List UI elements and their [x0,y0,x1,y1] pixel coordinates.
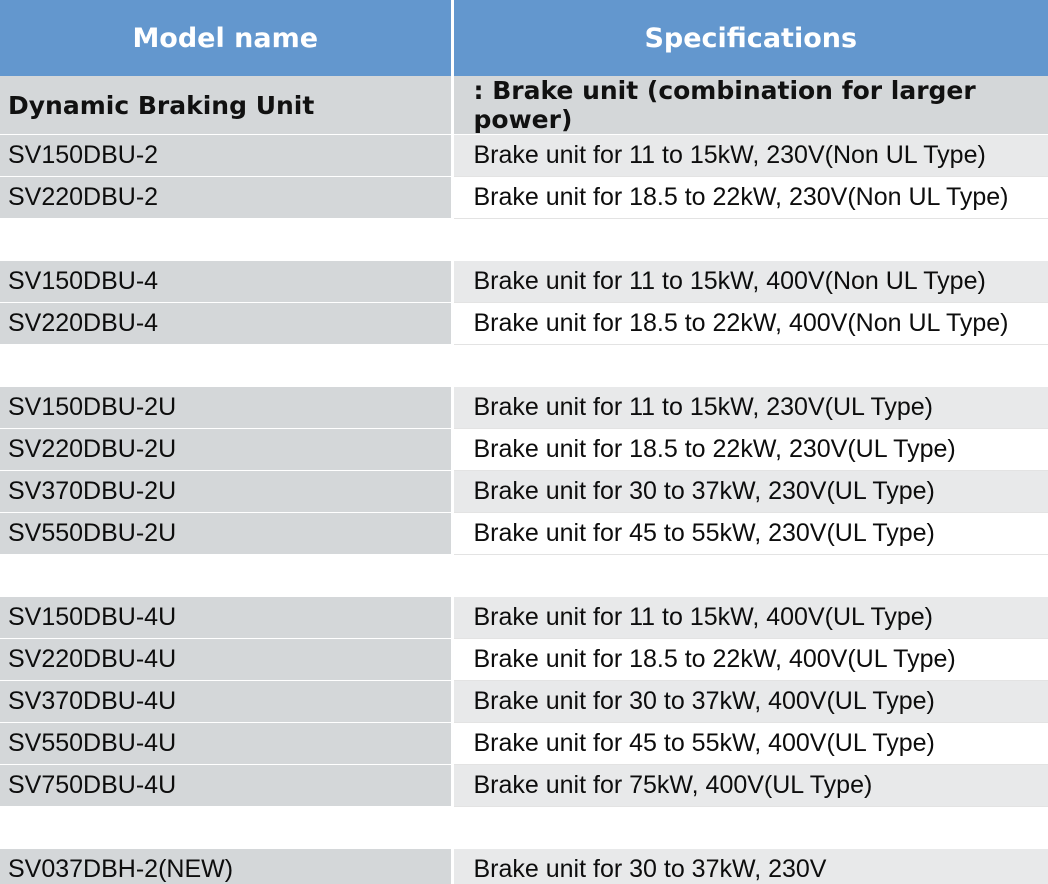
cell-model-name: SV220DBU-4 [0,302,454,345]
table-row[interactable]: SV220DBU-4U Brake unit for 18.5 to 22kW, … [0,638,1048,681]
group-spacer-row [0,554,1048,597]
cell-specification: Brake unit for 11 to 15kW, 400V(UL Type) [452,597,1048,639]
column-header-model-name: Model name [0,0,454,76]
cell-specification: Brake unit for 45 to 55kW, 400V(UL Type) [452,722,1048,765]
table-row[interactable]: SV220DBU-2 Brake unit for 18.5 to 22kW, 2… [0,176,1048,219]
table-row[interactable]: SV150DBU-4 Brake unit for 11 to 15kW, 400… [0,261,1048,303]
cell-specification: Brake unit for 18.5 to 22kW, 230V(UL Typ… [452,428,1048,471]
table-head: Model name Specifications [0,0,1048,76]
cell-specification: Brake unit for 75kW, 400V(UL Type) [452,764,1048,807]
cell-specification: Brake unit for 18.5 to 22kW, 400V(Non UL… [452,302,1048,345]
cell-specification: Brake unit for 30 to 37kW, 230V [452,849,1048,884]
group-title-row: Dynamic Braking Unit: Brake unit (combin… [0,76,1048,135]
table-row[interactable]: SV150DBU-4U Brake unit for 11 to 15kW, 40… [0,597,1048,639]
cell-model-name: SV150DBU-4U [0,597,454,639]
cell-specification: Brake unit for 11 to 15kW, 230V(Non UL T… [452,134,1048,177]
group-spacer-spec [452,806,1048,849]
cell-specification: Brake unit for 30 to 37kW, 230V(UL Type) [452,470,1048,513]
dynamic-braking-unit-table: Model name Specifications Dynamic Brakin… [0,0,1048,884]
table-row[interactable]: SV370DBU-4U Brake unit for 30 to 37kW, 40… [0,680,1048,723]
cell-specification: Brake unit for 18.5 to 22kW, 230V(Non UL… [452,176,1048,219]
table-row[interactable]: SV150DBU-2 Brake unit for 11 to 15kW, 230… [0,134,1048,177]
cell-specification: Brake unit for 11 to 15kW, 230V(UL Type) [452,387,1048,429]
group-spacer-row [0,806,1048,849]
cell-model-name: SV037DBH-2(NEW) [0,849,454,884]
cell-model-name: SV750DBU-4U [0,764,454,807]
cell-model-name: SV220DBU-2 [0,176,454,219]
table-header-row: Model name Specifications [0,0,1048,76]
group-spacer-model [0,218,452,261]
cell-model-name: SV370DBU-4U [0,680,454,723]
group-title-spec: : Brake unit (combination for larger pow… [452,76,1048,135]
cell-model-name: SV150DBU-4 [0,261,454,303]
group-spacer-spec [452,218,1048,261]
table-row[interactable]: SV150DBU-2U Brake unit for 11 to 15kW, 23… [0,387,1048,429]
group-title-model: Dynamic Braking Unit [0,76,454,135]
cell-model-name: SV220DBU-4U [0,638,454,681]
group-spacer-row [0,344,1048,387]
cell-specification: Brake unit for 45 to 55kW, 230V(UL Type) [452,512,1048,555]
table-row[interactable]: SV750DBU-4U Brake unit for 75kW, 400V(UL … [0,764,1048,807]
table-body: Dynamic Braking Unit: Brake unit (combin… [0,76,1048,884]
table-row[interactable]: SV220DBU-4 Brake unit for 18.5 to 22kW, 4… [0,302,1048,345]
group-spacer-spec [452,554,1048,597]
cell-specification: Brake unit for 30 to 37kW, 400V(UL Type) [452,680,1048,723]
group-spacer-model [0,344,452,387]
spec-table-page: KAALOOK مبادله‌ی موفق کالا و خدمات Model… [0,0,1048,884]
cell-model-name: SV150DBU-2 [0,134,454,177]
group-spacer-model [0,554,452,597]
cell-model-name: SV220DBU-2U [0,428,454,471]
cell-model-name: SV150DBU-2U [0,387,454,429]
cell-specification: Brake unit for 11 to 15kW, 400V(Non UL T… [452,261,1048,303]
cell-model-name: SV550DBU-2U [0,512,454,555]
cell-specification: Brake unit for 18.5 to 22kW, 400V(UL Typ… [452,638,1048,681]
column-header-specifications: Specifications [452,0,1048,76]
table-row[interactable]: SV370DBU-2U Brake unit for 30 to 37kW, 23… [0,470,1048,513]
cell-model-name: SV370DBU-2U [0,470,454,513]
group-spacer-model [0,806,452,849]
table-row[interactable]: SV220DBU-2U Brake unit for 18.5 to 22kW, … [0,428,1048,471]
group-spacer-row [0,218,1048,261]
table-row[interactable]: SV550DBU-2U Brake unit for 45 to 55kW, 23… [0,512,1048,555]
group-spacer-spec [452,344,1048,387]
table-row[interactable]: SV550DBU-4U Brake unit for 45 to 55kW, 40… [0,722,1048,765]
table-row[interactable]: SV037DBH-2(NEW) Brake unit for 30 to 37kW… [0,849,1048,884]
cell-model-name: SV550DBU-4U [0,722,454,765]
